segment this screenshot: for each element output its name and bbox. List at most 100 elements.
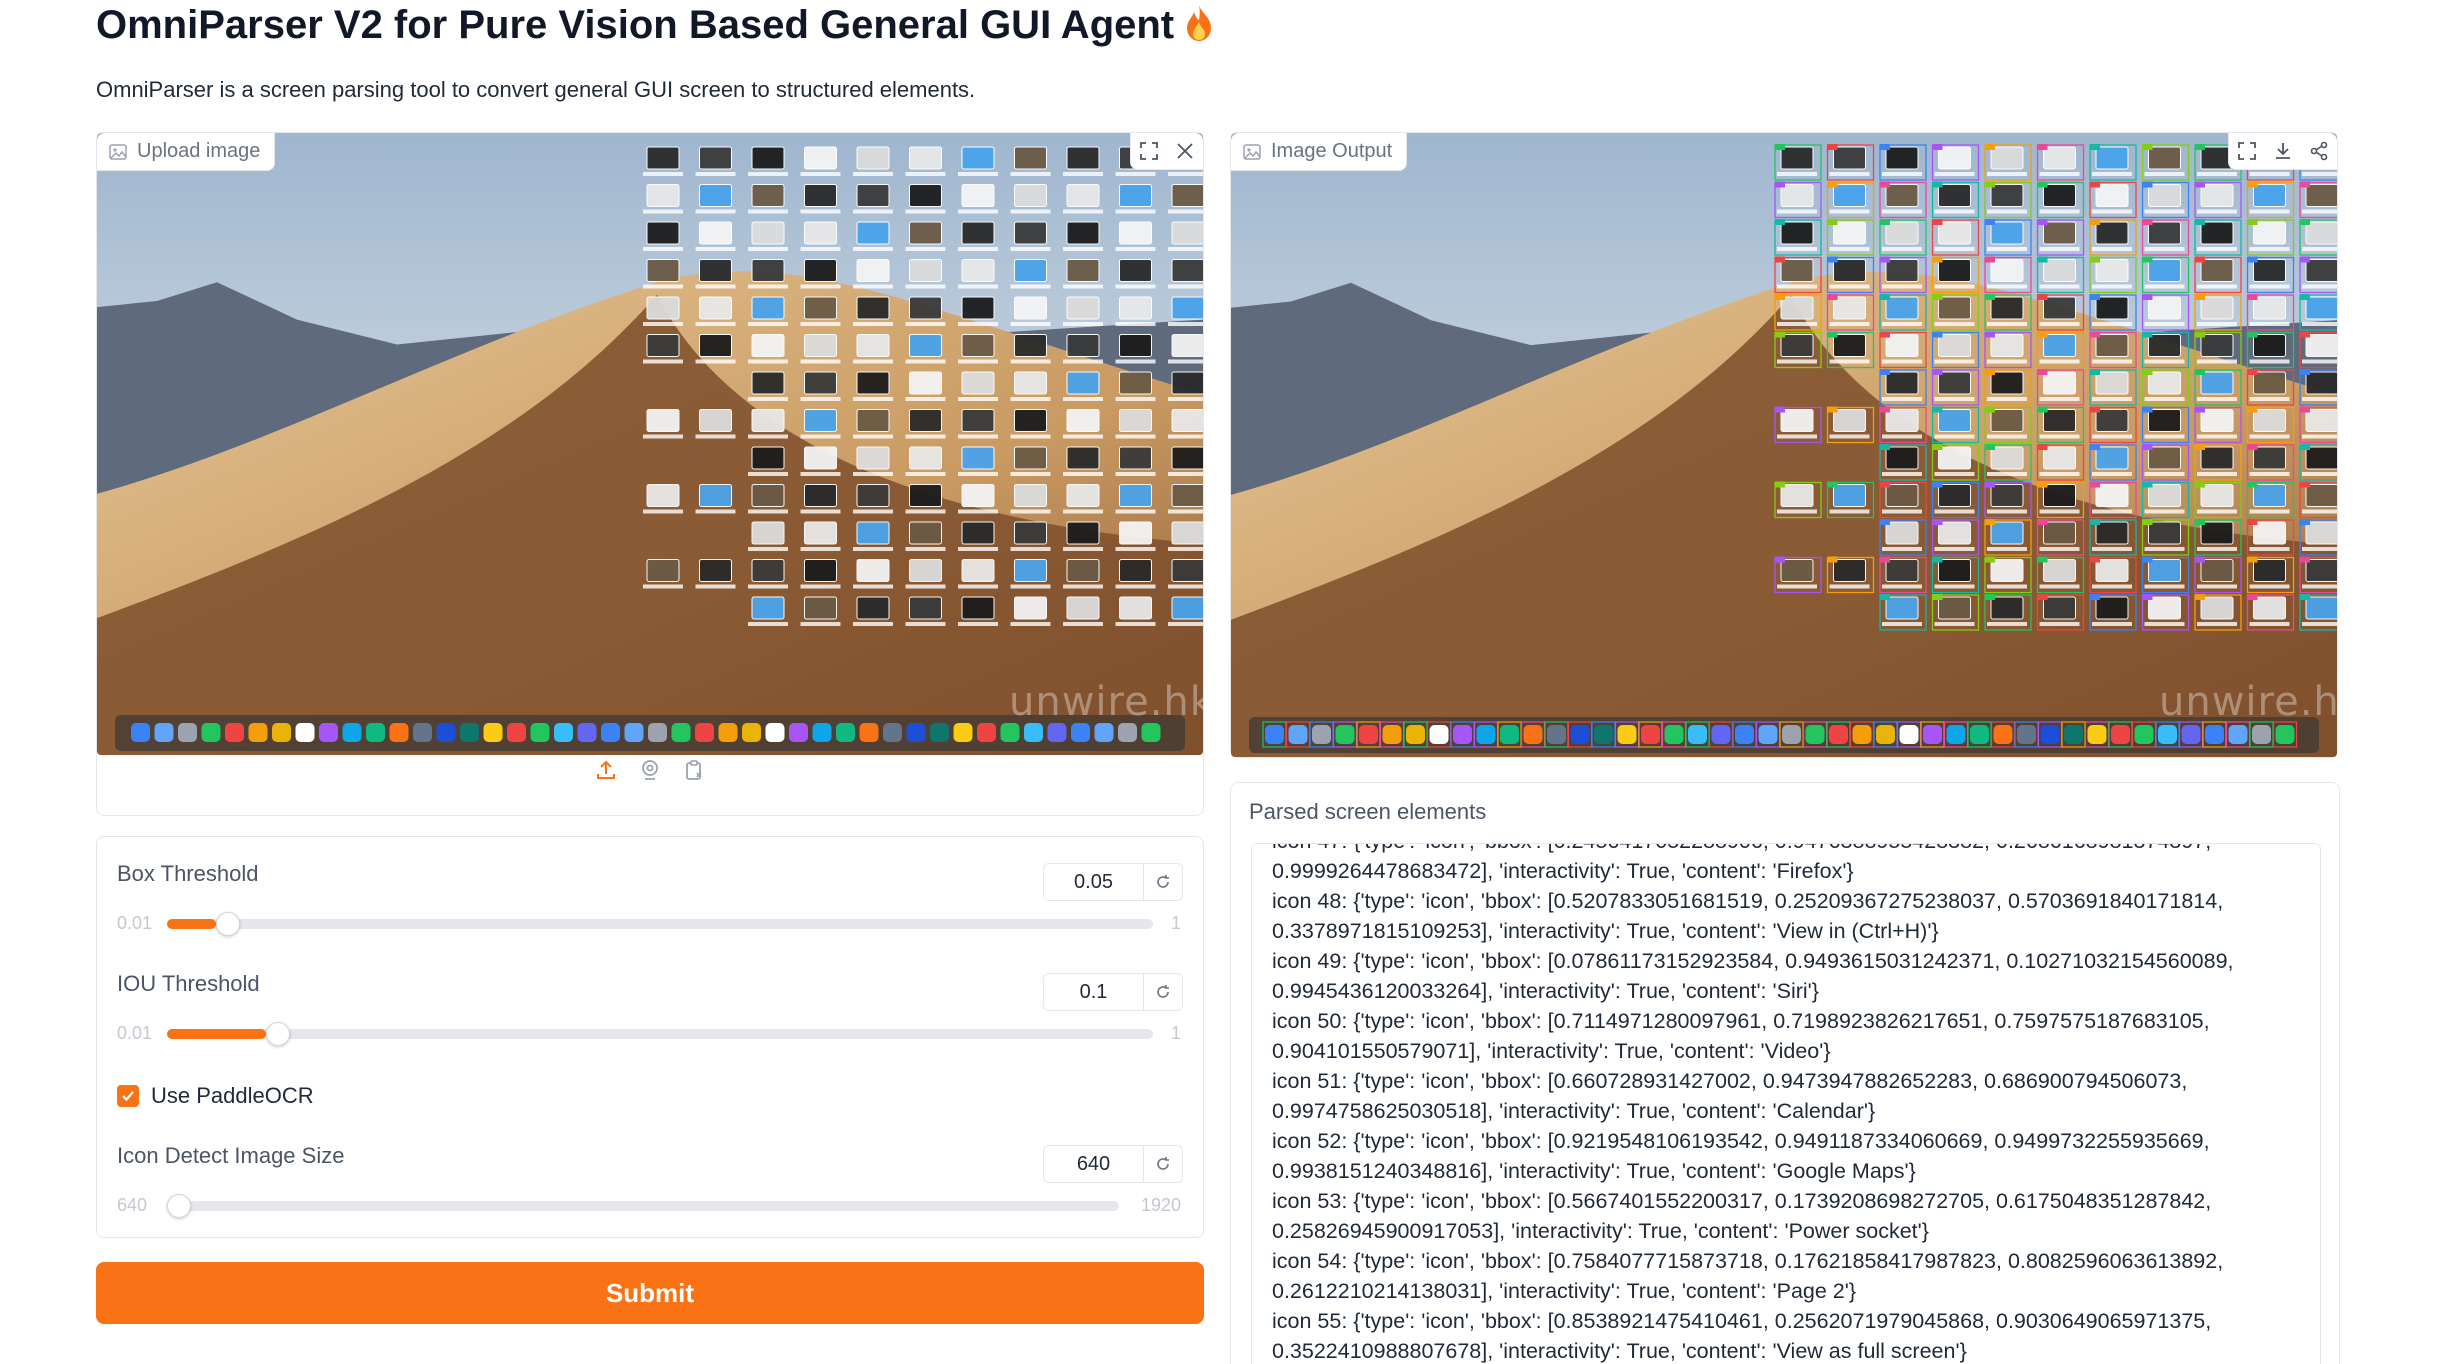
box-threshold-input[interactable]: 0.05 bbox=[1043, 863, 1183, 901]
dock-app-icon bbox=[295, 723, 315, 742]
desktop-file-icon bbox=[804, 259, 837, 282]
desktop-file-label bbox=[1882, 209, 1922, 214]
desktop-file-label bbox=[1115, 284, 1156, 289]
desktop-file-label bbox=[1882, 472, 1922, 476]
desktop-file-label bbox=[2249, 359, 2290, 364]
detection-label bbox=[1775, 181, 1785, 188]
iou-threshold-input[interactable]: 0.1 bbox=[1043, 973, 1183, 1011]
use-paddleocr-checkbox[interactable]: Use PaddleOCR bbox=[117, 1083, 314, 1109]
desktop-file-label bbox=[2249, 434, 2290, 439]
desktop-file-icon bbox=[1119, 596, 1152, 620]
desktop-file-icon bbox=[1171, 334, 1203, 357]
reset-button[interactable] bbox=[1144, 984, 1182, 1000]
detection-label bbox=[1985, 519, 1995, 525]
dock-app-icon bbox=[436, 723, 456, 742]
detection-label bbox=[2037, 519, 2048, 525]
dock-app-icon bbox=[1500, 725, 1519, 744]
detection-label bbox=[2300, 519, 2310, 525]
download-button[interactable] bbox=[2265, 133, 2301, 169]
desktop-file-icon bbox=[1938, 221, 1971, 245]
fullscreen-button[interactable] bbox=[2229, 133, 2265, 169]
desktop-file-label bbox=[1882, 584, 1922, 589]
desktop-file-icon bbox=[2305, 371, 2337, 395]
desktop-file-icon bbox=[804, 596, 837, 620]
submit-button[interactable]: Submit bbox=[96, 1262, 1204, 1324]
slider-thumb[interactable] bbox=[167, 1194, 191, 1218]
desktop-file-icon bbox=[751, 371, 785, 395]
detection-label bbox=[2247, 594, 2258, 600]
desktop-file-label bbox=[1063, 247, 1103, 251]
iou-threshold-slider[interactable] bbox=[167, 1022, 1153, 1046]
box-threshold-value[interactable]: 0.05 bbox=[1044, 864, 1144, 900]
detection-label bbox=[1932, 144, 1943, 150]
webcam-icon[interactable] bbox=[639, 759, 661, 781]
upload-image-panel[interactable]: Upload image unwire.hk bbox=[96, 132, 1204, 816]
reset-button[interactable] bbox=[1144, 1156, 1182, 1172]
desktop-file-icon bbox=[1833, 296, 1866, 320]
desktop-file-icon bbox=[1990, 146, 2024, 170]
desktop-file-icon bbox=[1014, 296, 1047, 320]
desktop-file-label bbox=[853, 509, 893, 514]
desktop-file-icon bbox=[1119, 446, 1152, 470]
desktop-file-label bbox=[2092, 284, 2132, 289]
icon-size-value[interactable]: 640 bbox=[1044, 1146, 1144, 1182]
desktop-file-icon bbox=[2095, 296, 2129, 320]
desktop-file-label bbox=[695, 434, 736, 439]
desktop-file-label bbox=[2144, 509, 2185, 514]
desktop-file-icon bbox=[2253, 334, 2286, 357]
detection-label bbox=[1827, 556, 1838, 563]
detection-label bbox=[2142, 331, 2153, 338]
desktop-file-icon bbox=[1119, 484, 1152, 507]
dock-app-icon bbox=[1852, 725, 1872, 744]
dock-app-icon bbox=[131, 723, 150, 742]
desktop-file-label bbox=[800, 322, 841, 326]
detection-label bbox=[2142, 444, 2153, 450]
desktop-file-label bbox=[2092, 509, 2132, 514]
slider-thumb[interactable] bbox=[265, 1022, 290, 1046]
desktop-file-label bbox=[1168, 209, 1203, 214]
desktop-file-label bbox=[1010, 584, 1051, 589]
desktop-file-label bbox=[958, 584, 998, 589]
checkbox-checked[interactable] bbox=[117, 1085, 139, 1107]
desktop-file-label bbox=[958, 622, 998, 626]
desktop-file-label bbox=[1777, 509, 1817, 514]
desktop-file-icon bbox=[2305, 184, 2337, 207]
detection-label bbox=[2247, 444, 2258, 450]
desktop-file-icon bbox=[1780, 334, 1814, 357]
parsed-elements-textbox[interactable]: icon 47: {'type': 'icon', 'bbox': [0.245… bbox=[1251, 843, 2321, 1364]
detection-label bbox=[2195, 406, 2205, 413]
desktop-file-label bbox=[2197, 209, 2237, 214]
detection-label bbox=[1827, 256, 1838, 263]
detection-label bbox=[2142, 256, 2153, 263]
desktop-file-label bbox=[1115, 622, 1156, 626]
desktop-file-label bbox=[1115, 322, 1156, 326]
slider-thumb[interactable] bbox=[216, 912, 241, 936]
clipboard-icon[interactable] bbox=[683, 759, 705, 781]
fullscreen-button[interactable] bbox=[1131, 133, 1167, 169]
reset-button[interactable] bbox=[1144, 874, 1182, 890]
iou-threshold-value[interactable]: 0.1 bbox=[1044, 974, 1144, 1010]
upload-icon[interactable] bbox=[595, 759, 617, 781]
clear-image-button[interactable] bbox=[1167, 133, 1203, 169]
share-button[interactable] bbox=[2301, 133, 2337, 169]
desktop-file-icon bbox=[699, 184, 732, 207]
parsed-line: 0.9945436120033264], 'interactivity': Tr… bbox=[1272, 979, 1819, 1003]
desktop-file-label bbox=[1115, 397, 1156, 401]
image-icon bbox=[1243, 143, 1261, 160]
desktop-file-label bbox=[1882, 547, 1922, 551]
dock-app-icon bbox=[789, 723, 808, 742]
detection-label bbox=[2090, 519, 2100, 525]
desktop-file-label bbox=[1168, 472, 1203, 476]
icon-size-slider[interactable] bbox=[167, 1194, 1119, 1218]
desktop-file-label bbox=[1987, 509, 2027, 514]
desktop-file-label bbox=[1777, 284, 1817, 289]
detection-label bbox=[1775, 556, 1785, 563]
box-threshold-slider[interactable] bbox=[167, 912, 1153, 936]
desktop-file-icon bbox=[2095, 334, 2129, 357]
page-title: OmniParser V2 for Pure Vision Based Gene… bbox=[96, 0, 1214, 50]
desktop-file-label bbox=[1115, 509, 1156, 514]
dock-app-icon bbox=[1453, 725, 1472, 744]
desktop-file-label bbox=[2249, 284, 2290, 289]
desktop-file-label bbox=[695, 172, 736, 176]
icon-size-input[interactable]: 640 bbox=[1043, 1145, 1183, 1183]
